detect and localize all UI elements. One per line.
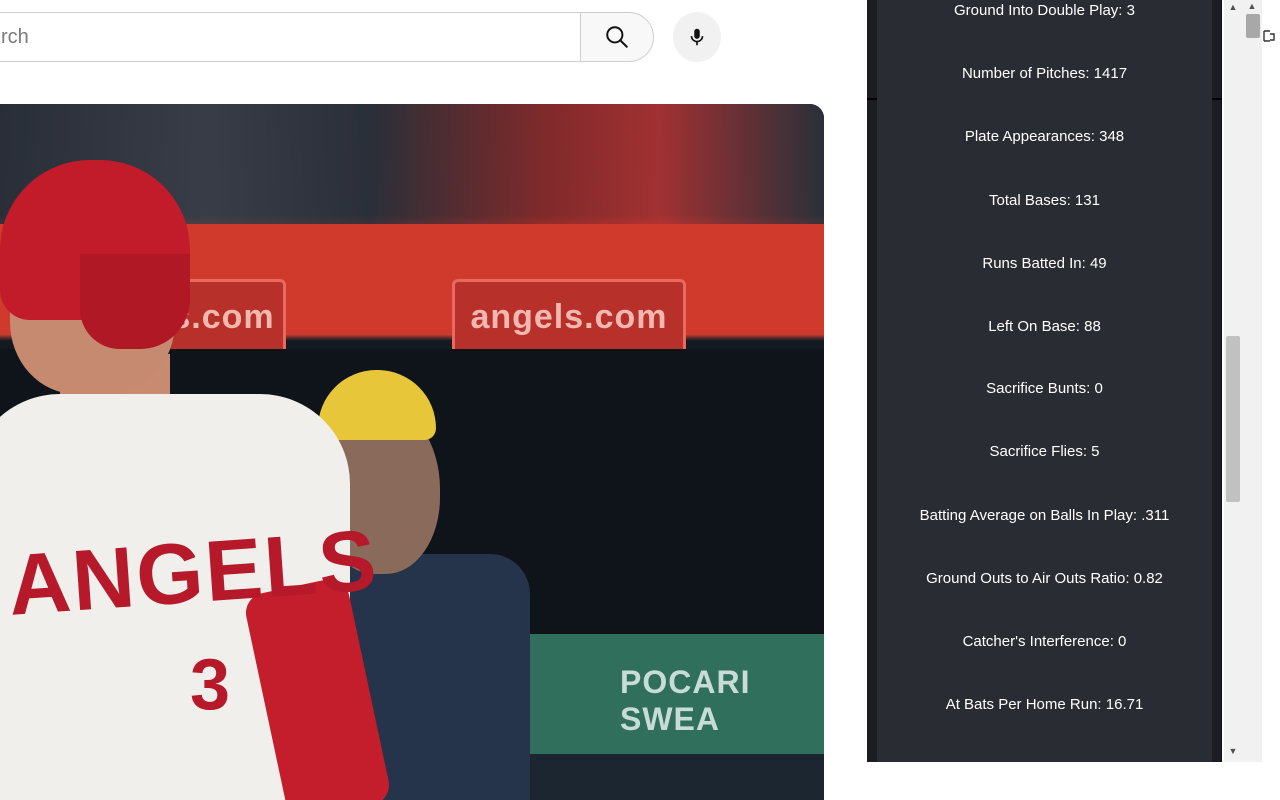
banner-text-main: angels.com (470, 297, 668, 336)
scroll-down-arrow-icon[interactable]: ▼ (1224, 744, 1242, 758)
stat-label: Catcher's Interference (962, 633, 1110, 650)
page-scroll-thumb[interactable] (1246, 14, 1260, 38)
stat-label: Left On Base (988, 318, 1076, 335)
stat-label: Ground Outs to Air Outs Ratio (926, 570, 1126, 587)
stat-label: Batting Average on Balls In Play (919, 507, 1133, 524)
stat-sacrifice-bunts: Sacrifice Bunts: 0 (986, 380, 1103, 397)
stats-panel[interactable]: Ground Into Double Play: 3 Number of Pit… (877, 0, 1212, 762)
stat-total-bases: Total Bases: 131 (989, 192, 1100, 209)
stat-left-on-base: Left On Base: 88 (988, 318, 1101, 335)
stat-value: 5 (1091, 443, 1100, 460)
stat-label: Plate Appearances (964, 128, 1091, 145)
stat-babip: Batting Average on Balls In Play: .311 (919, 507, 1170, 524)
popup-scroll-thumb[interactable] (1226, 336, 1240, 502)
banner-sign-main: angels.com (452, 279, 686, 355)
stat-number-of-pitches: Number of Pitches: 1417 (961, 65, 1128, 82)
stat-value: 0 (1118, 633, 1127, 650)
stat-go-ao-ratio: Ground Outs to Air Outs Ratio: 0.82 (926, 570, 1163, 587)
scroll-up-arrow-icon[interactable]: ▲ (1224, 0, 1242, 14)
stat-plate-appearances: Plate Appearances: 348 (964, 128, 1125, 145)
stats-popup: Ground Into Double Play: 3 Number of Pit… (867, 0, 1222, 762)
stat-label: Sacrifice Flies (989, 443, 1083, 460)
stat-sacrifice-flies: Sacrifice Flies: 5 (989, 443, 1100, 460)
voice-search-button[interactable] (673, 12, 721, 62)
stat-value: 49 (1089, 255, 1107, 272)
stat-value: .311 (1141, 507, 1170, 524)
jersey-number: 3 (190, 645, 231, 725)
helmet-ear-flap (80, 254, 190, 349)
stat-value: 0 (1094, 380, 1103, 397)
stat-label: Total Bases (989, 192, 1067, 209)
stat-value: 3 (1126, 2, 1135, 19)
popup-scrollbar[interactable]: ▲ ▼ (1224, 0, 1242, 762)
page-scroll-up-icon[interactable]: ▲ (1242, 0, 1262, 12)
stat-label: Sacrifice Bunts (986, 380, 1087, 397)
stat-catchers-interference: Catcher's Interference: 0 (962, 633, 1127, 650)
microphone-icon (690, 28, 704, 46)
search-button[interactable] (580, 12, 654, 62)
stat-value: 16.71 (1105, 696, 1144, 713)
stat-label: At Bats Per Home Run (945, 696, 1098, 713)
video-player[interactable]: s.com angels.com POCARI SWEA ANGELS 3 (0, 104, 824, 800)
stat-value: 1417 (1093, 65, 1128, 82)
stat-value: 0.82 (1133, 570, 1163, 587)
stat-value: 131 (1074, 192, 1100, 209)
stat-value: 88 (1084, 318, 1101, 335)
stat-runs-batted-in: Runs Batted In: 49 (982, 255, 1107, 272)
stat-ground-into-double-play: Ground Into Double Play: 3 (954, 2, 1135, 19)
page-scrollbar[interactable]: ▲ (1242, 0, 1262, 762)
popup-divider-right (1212, 98, 1222, 100)
search-box[interactable] (0, 12, 580, 62)
stat-at-bats-per-home-run: At Bats Per Home Run: 16.71 (945, 696, 1144, 713)
expand-icon[interactable] (1262, 28, 1276, 44)
stat-label: Number of Pitches (961, 65, 1086, 82)
search-icon (606, 26, 628, 48)
stat-label: Runs Batted In (982, 255, 1082, 272)
popup-divider-left (867, 98, 877, 100)
rail-ad-text: POCARI SWEA (620, 664, 751, 737)
stat-label: Ground Into Double Play (954, 2, 1119, 19)
search-input[interactable] (0, 13, 559, 61)
stat-value: 348 (1099, 128, 1125, 145)
